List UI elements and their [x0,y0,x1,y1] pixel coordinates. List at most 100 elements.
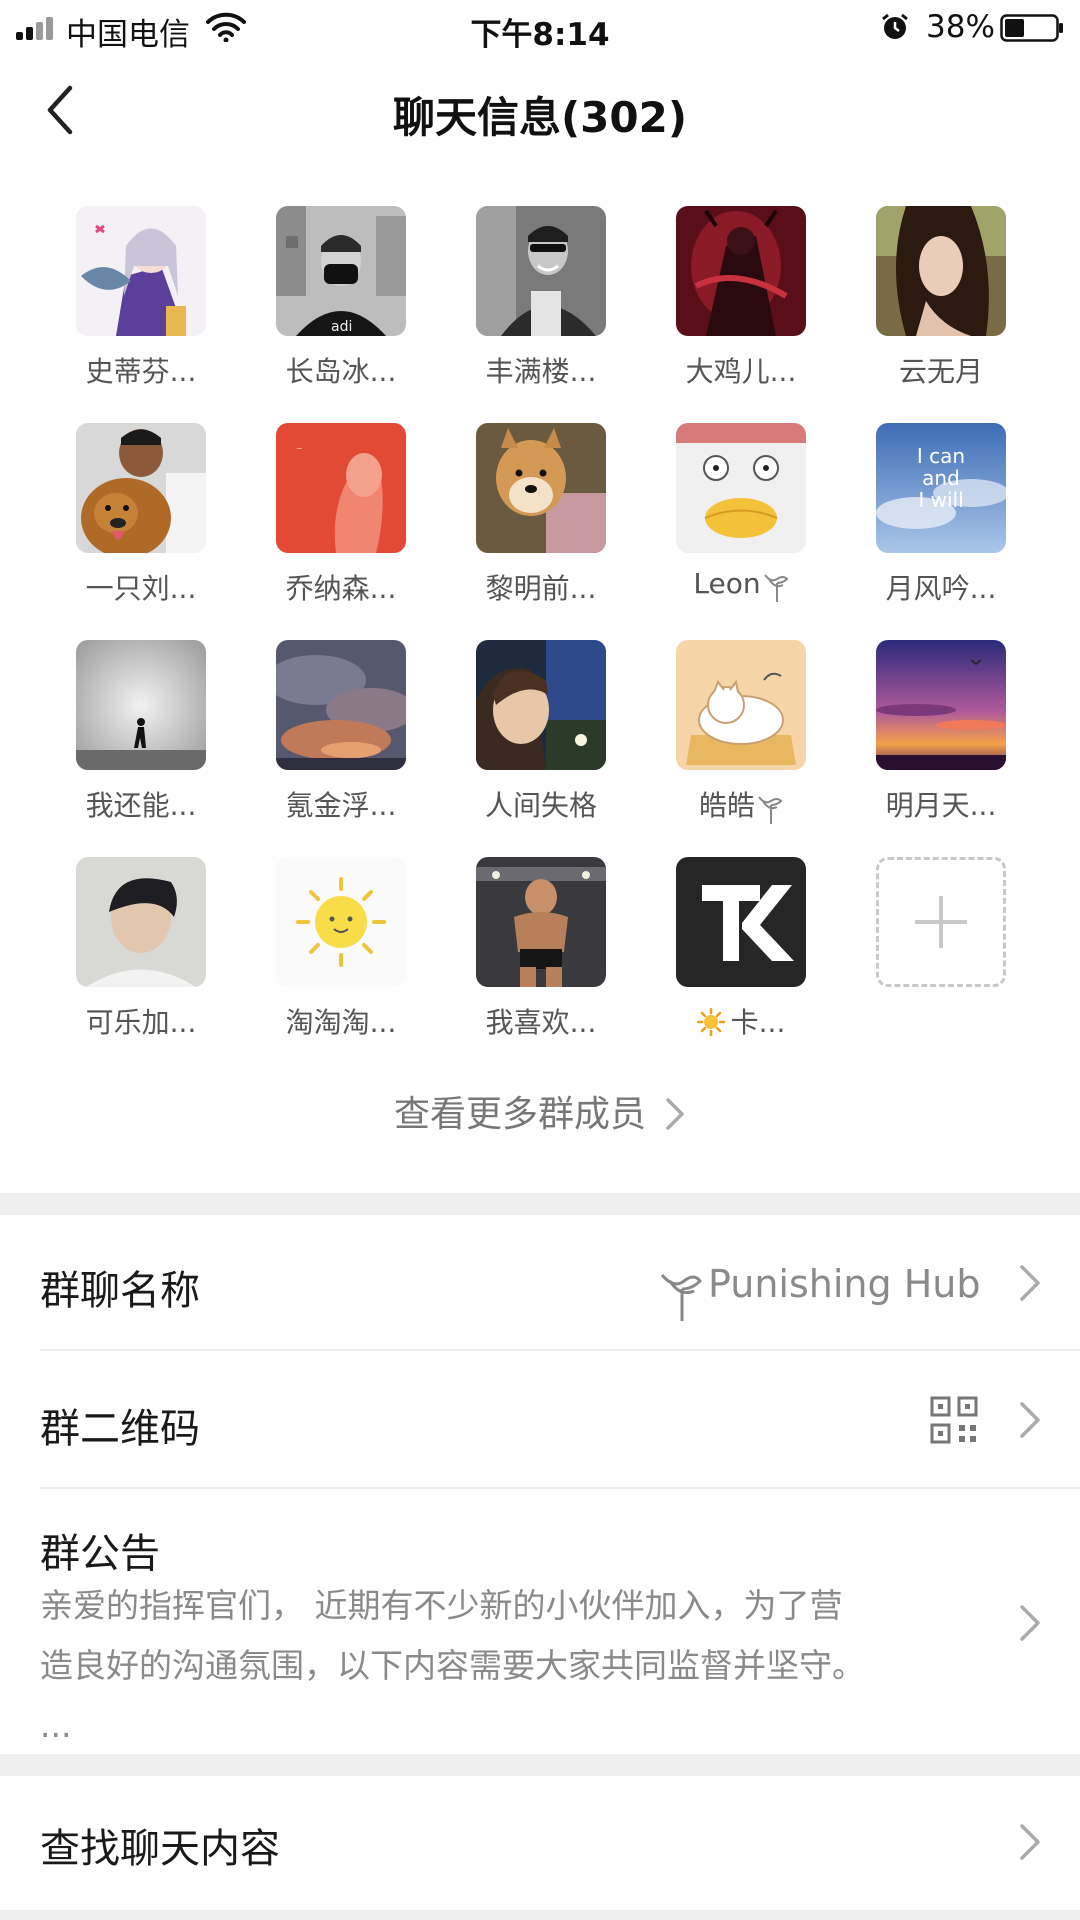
member-avatar[interactable] [276,640,406,770]
member-avatar[interactable] [876,640,1006,770]
member-item[interactable]: 我喜欢... [436,841,636,1041]
member-item[interactable]: 人间失格 [436,624,636,824]
qr-code-label: 群二维码 [40,1406,200,1452]
member-avatar[interactable] [76,423,206,553]
member-name: 皓皓 [636,784,846,825]
member-item[interactable]: Leon [636,407,836,607]
notice-line: ... [40,1706,72,1745]
member-avatar[interactable] [76,206,206,336]
chevron-right-icon [1020,1402,1040,1438]
status-time: 下午8:14 [470,17,610,53]
alarm-icon [882,13,908,39]
punishing-badge-icon [758,796,783,824]
member-name: 黎明前... [485,572,597,605]
member-item[interactable]: 淘淘淘... [236,841,436,1041]
member-name: 乔纳森... [285,572,397,605]
member-name: 人间失格 [484,789,597,822]
member-item[interactable]: 一只刘... [36,407,236,607]
section-divider [0,1754,1080,1776]
battery-percentage: 38% [926,9,995,45]
member-avatar[interactable] [76,640,206,770]
member-name: 月风吟... [885,572,997,605]
member-avatar[interactable] [476,423,606,553]
member-item[interactable]: 大鸡儿... [636,190,836,390]
member-avatar[interactable]: ~ [276,423,406,553]
member-avatar[interactable]: adi [276,206,406,336]
group-name-label: 群聊名称 [40,1268,200,1314]
member-item[interactable]: 丰满楼... [436,190,636,390]
member-name: 丰满楼... [485,355,597,388]
punishing-badge-icon [763,574,789,602]
member-avatar[interactable] [476,857,606,987]
member-avatar[interactable] [276,857,406,987]
member-item[interactable]: 史蒂芬... [36,190,236,390]
member-avatar[interactable] [676,640,806,770]
member-avatar[interactable] [476,206,606,336]
member-item[interactable]: 黎明前... [436,407,636,607]
qr-code-row[interactable]: 群二维码 [0,1351,1080,1489]
member-name: 淘淘淘... [285,1006,397,1039]
chevron-right-icon [1020,1605,1040,1641]
status-bar: 中国电信 下午8:14 38% [0,0,1080,54]
svg-text:I will: I will [918,488,963,512]
member-avatar[interactable]: I can and I will [876,423,1006,553]
section-divider [0,1193,1080,1215]
member-name: 一只刘... [85,572,197,605]
sun-emoji-icon [696,1008,725,1036]
member-item[interactable]: adi 长岛冰... [236,190,436,390]
chevron-right-icon [1020,1265,1040,1301]
notice-line: 造良好的沟通氛围，以下内容需要大家共同监督并坚守。 [40,1646,865,1685]
chevron-right-icon [1020,1824,1040,1860]
member-item[interactable]: 明月天... [836,624,1036,824]
group-notice-label: 群公告 [40,1531,160,1577]
member-avatar[interactable] [676,206,806,336]
notice-line: 亲爱的指挥官们， 近期有不少新的小伙伴加入，为了营 [40,1586,843,1625]
member-name: 云无月 [898,355,983,388]
member-name-text: 皓皓 [698,789,755,822]
member-name: 史蒂芬... [85,355,197,388]
member-item[interactable]: I can and I will 月风吟... [836,407,1036,607]
member-item[interactable]: ~ 乔纳森... [236,407,436,607]
member-avatar[interactable] [76,857,206,987]
member-name: 我喜欢... [485,1006,597,1039]
group-name-value: Punishing Hub [708,1262,981,1306]
member-avatar[interactable] [676,423,806,553]
battery-icon [1000,14,1063,42]
svg-text:adi: adi [331,319,352,335]
svg-text:and: and [922,466,960,490]
svg-text:I can: I can [917,444,965,468]
member-name: 氪金浮... [285,789,397,822]
member-item[interactable]: 可乐加... [36,841,236,1041]
page-title: 聊天信息(302) [392,93,688,142]
qr-code-icon [930,1396,978,1444]
member-name: Leon [636,567,846,603]
member-name-text: 卡... [730,1006,786,1039]
group-notice-text: 亲爱的指挥官们， 近期有不少新的小伙伴加入，为了营 造良好的沟通氛围，以下内容需… [40,1576,980,1756]
group-name-row[interactable]: 群聊名称 Punishing Hub [0,1215,1080,1351]
group-notice-row[interactable]: 群公告 亲爱的指挥官们， 近期有不少新的小伙伴加入，为了营 造良好的沟通氛围，以… [0,1489,1080,1754]
member-item[interactable]: 氪金浮... [236,624,436,824]
view-more-members-link[interactable]: 查看更多群成员 [0,1085,1080,1137]
plus-icon [915,896,967,948]
member-name: 长岛冰... [285,355,397,388]
member-item[interactable]: 皓皓 [636,624,836,824]
member-name: 可乐加... [85,1006,197,1039]
view-more-label: 查看更多群成员 [393,1094,646,1135]
member-name-text: Leon [693,567,761,600]
section-divider [0,1910,1080,1920]
nav-bar: 聊天信息(302) [0,54,1080,164]
member-item[interactable]: 我还能... [36,624,236,824]
member-avatar[interactable] [876,206,1006,336]
member-name: 卡... [636,1001,846,1041]
svg-text:~: ~ [296,444,303,453]
member-name: 大鸡儿... [685,355,797,388]
member-avatar[interactable] [476,640,606,770]
add-member-button[interactable] [876,857,1006,987]
member-item[interactable]: 云无月 [836,190,1036,390]
search-chat-row[interactable]: 查找聊天内容 [0,1776,1080,1910]
member-name: 我还能... [85,789,197,822]
add-member-item[interactable] [836,841,1036,1041]
member-avatar[interactable] [676,857,806,987]
member-item[interactable]: 卡... [636,841,836,1041]
punishing-badge-icon [660,1273,702,1321]
